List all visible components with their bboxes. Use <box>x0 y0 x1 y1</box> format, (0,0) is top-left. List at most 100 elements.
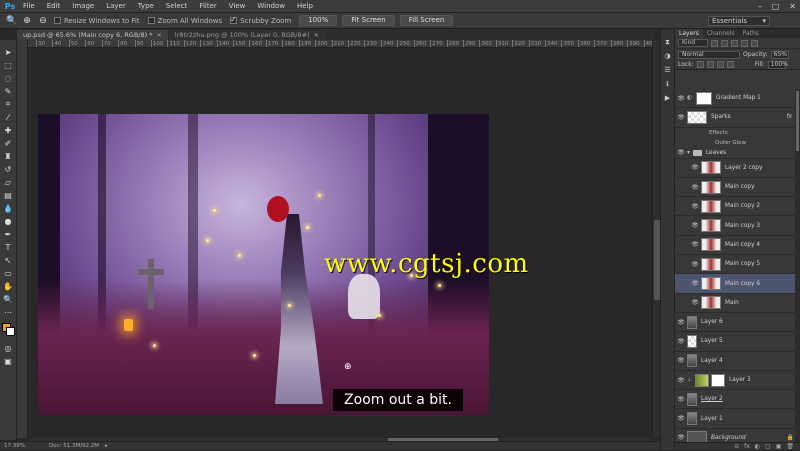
layer-list[interactable]: 👁 ◐ Gradient Map 1 👁 Sparks fx Effects O… <box>675 89 800 442</box>
eye-icon[interactable]: 👁 <box>689 222 701 229</box>
more-tools-icon[interactable]: ⋯ <box>2 306 14 318</box>
layer-row[interactable]: 👁 ↓ Layer 3 <box>675 371 800 391</box>
vertical-scrollbar[interactable] <box>652 40 660 438</box>
layer-row[interactable]: 👁 Layer 5 <box>675 332 800 352</box>
blend-mode-select[interactable]: Normal <box>678 50 740 59</box>
layer-row[interactable]: 👁 Main copy <box>675 178 800 198</box>
zoom-tool-icon[interactable]: 🔍 <box>2 293 14 305</box>
zoom-tool-icon[interactable]: 🔍 <box>6 16 17 26</box>
menu-edit[interactable]: Edit <box>47 2 61 10</box>
layer-mask-thumb[interactable] <box>696 91 712 105</box>
eye-icon[interactable]: 👁 <box>689 299 701 306</box>
eyedropper-tool-icon[interactable]: ⁄ <box>2 111 14 123</box>
eye-icon[interactable]: 👁 <box>689 184 701 191</box>
minimize-button[interactable]: – <box>758 0 762 13</box>
layer-row[interactable]: 👁 Layer 1 <box>675 409 800 429</box>
background-color-swatch[interactable] <box>5 327 15 336</box>
menu-help[interactable]: Help <box>297 2 313 10</box>
fill-screen-button[interactable]: Fill Screen <box>399 15 454 26</box>
menu-window[interactable]: Window <box>257 2 285 10</box>
menu-type[interactable]: Type <box>138 2 154 10</box>
fx-icon[interactable]: fx <box>787 114 792 120</box>
maximize-button[interactable]: □ <box>772 0 780 13</box>
shape-tool-icon[interactable]: ▭ <box>2 267 14 279</box>
layer-mask-thumb[interactable] <box>711 373 725 387</box>
eraser-tool-icon[interactable]: ▱ <box>2 176 14 188</box>
lasso-tool-icon[interactable]: ◌ <box>2 72 14 84</box>
zoom-out-icon[interactable]: ⊖ <box>38 16 48 26</box>
gradient-tool-icon[interactable]: ▤ <box>2 189 14 201</box>
screen-mode-icon[interactable]: ▣ <box>2 355 14 367</box>
quick-select-tool-icon[interactable]: ✎ <box>2 85 14 97</box>
layer-row[interactable]: 👁 Layer 4 <box>675 352 800 371</box>
fit-screen-button[interactable]: Fit Screen <box>342 15 395 26</box>
quick-mask-icon[interactable]: ◎ <box>2 342 14 354</box>
effects-row[interactable]: Effects <box>675 128 800 138</box>
menu-select[interactable]: Select <box>166 2 188 10</box>
link-layers-icon[interactable]: ⊝ <box>734 443 739 450</box>
chevron-right-icon[interactable]: ▸ <box>105 443 108 449</box>
close-button[interactable]: ✕ <box>789 0 796 13</box>
layer-row[interactable]: 👁 Layer 2 <box>675 390 800 410</box>
pen-tool-icon[interactable]: ✒ <box>2 228 14 240</box>
eye-icon[interactable]: 👁 <box>689 203 701 210</box>
eye-icon[interactable]: 👁 <box>675 95 687 102</box>
filter-pixel-icon[interactable] <box>711 39 718 47</box>
layer-row[interactable]: 👁 Background 🔒 <box>675 429 800 442</box>
eye-icon[interactable]: 👁 <box>675 434 687 441</box>
menu-image[interactable]: Image <box>72 2 94 10</box>
layer-row[interactable]: 👁 Layer 6 <box>675 313 800 333</box>
filter-shape-icon[interactable] <box>741 39 748 47</box>
tab-layers[interactable]: Layers <box>675 29 703 38</box>
layers-scrollbar[interactable] <box>795 89 800 442</box>
lock-all-icon[interactable] <box>726 61 734 68</box>
zoom-100-button[interactable]: 100% <box>299 15 338 26</box>
eye-icon[interactable]: 👁 <box>675 114 687 121</box>
zoom-all-windows-checkbox[interactable]: Zoom All Windows <box>147 17 222 25</box>
history-icon[interactable]: ⧗ <box>663 37 673 47</box>
tab-paths[interactable]: Paths <box>739 29 763 38</box>
group-row[interactable]: 👁 ▾ Leaves <box>675 148 800 159</box>
filter-adjustment-icon[interactable] <box>721 39 728 47</box>
new-layer-icon[interactable]: ▣ <box>776 443 782 450</box>
lock-position-icon[interactable] <box>716 61 724 68</box>
blur-tool-icon[interactable]: 💧 <box>2 202 14 214</box>
lock-transparent-icon[interactable] <box>696 61 704 68</box>
layer-row[interactable]: 👁 Main copy 3 <box>675 216 800 236</box>
scrubby-zoom-checkbox[interactable]: Scrubby Zoom <box>230 15 291 25</box>
layer-row[interactable]: 👁 Main <box>675 294 800 313</box>
scrollbar-thumb[interactable] <box>796 91 799 151</box>
add-style-icon[interactable]: fx <box>744 443 750 450</box>
lock-pixels-icon[interactable] <box>706 61 714 68</box>
outer-glow-row[interactable]: Outer Glow <box>675 138 800 148</box>
filter-type-icon[interactable] <box>731 39 738 47</box>
move-tool-icon[interactable]: ➤ <box>2 46 14 58</box>
menu-layer[interactable]: Layer <box>106 2 126 10</box>
crop-tool-icon[interactable]: ⌗ <box>2 98 14 110</box>
eye-icon[interactable]: 👁 <box>675 377 687 384</box>
adjustments-icon[interactable]: ◑ <box>663 51 673 61</box>
doc-tab-inactive[interactable]: lr8tr2zhu.png @ 100% (Layer 0, RGB/8#) × <box>168 30 326 40</box>
eye-icon[interactable]: 👁 <box>689 164 701 171</box>
adjustment-layer-icon[interactable]: ◐ <box>755 443 760 450</box>
menu-filter[interactable]: Filter <box>199 2 216 10</box>
zoom-in-icon[interactable]: ⊕ <box>22 16 32 26</box>
eye-icon[interactable]: 👁 <box>675 149 687 156</box>
close-tab-icon[interactable]: × <box>314 31 319 39</box>
info-icon[interactable]: ℹ <box>663 79 673 89</box>
eye-icon[interactable]: 👁 <box>675 415 687 422</box>
layer-row-selected[interactable]: 👁 Main copy 6 <box>675 274 800 294</box>
layer-row[interactable]: 👁 Main copy 5 <box>675 255 800 275</box>
eye-icon[interactable]: 👁 <box>675 357 687 364</box>
resize-windows-checkbox[interactable]: Resize Windows to Fit <box>54 17 140 25</box>
filter-kind-select[interactable]: Kind <box>678 39 708 47</box>
eye-icon[interactable]: 👁 <box>689 241 701 248</box>
layer-row[interactable]: 👁 Main copy 2 <box>675 197 800 217</box>
eye-icon[interactable]: 👁 <box>689 280 701 287</box>
dodge-tool-icon[interactable]: ● <box>2 215 14 227</box>
workspace-select[interactable]: Essentials ▾ <box>708 16 770 26</box>
zoom-level[interactable]: 17.39% <box>4 443 25 449</box>
doc-tab-active[interactable]: up.psd @ 65.6% (Main copy 6, RGB/8) * × <box>17 30 168 40</box>
type-tool-icon[interactable]: T <box>2 241 14 253</box>
filter-smart-icon[interactable] <box>751 39 758 47</box>
